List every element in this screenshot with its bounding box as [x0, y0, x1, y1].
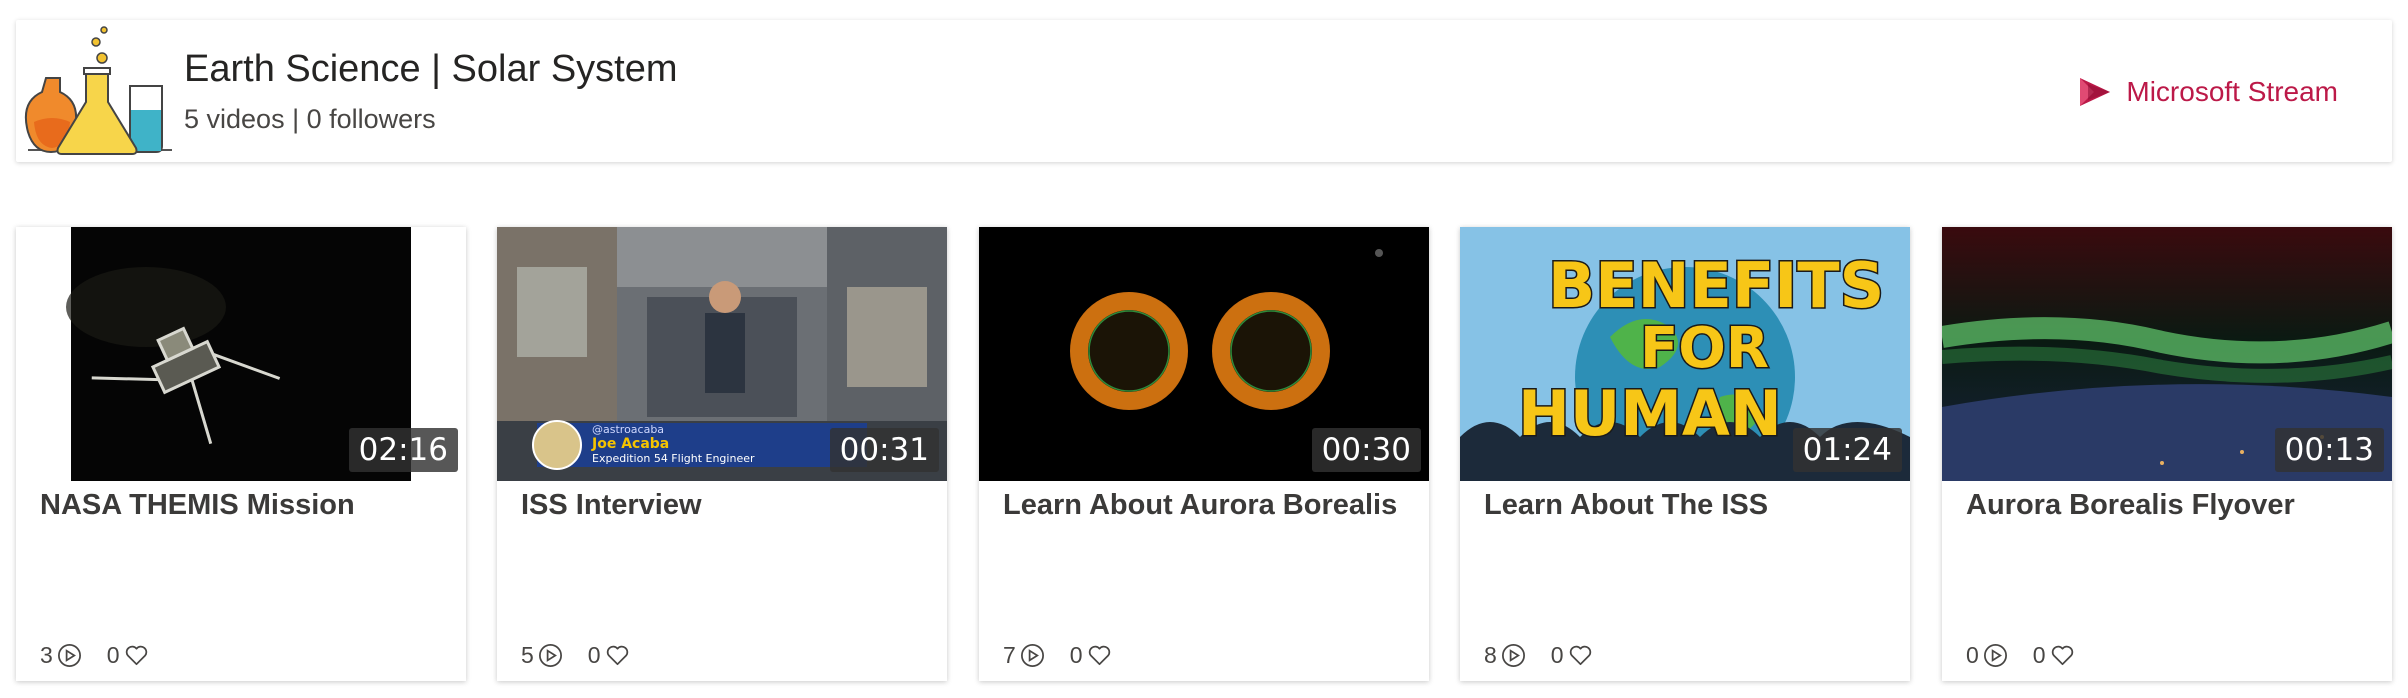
video-stats: 3 0 [40, 642, 150, 669]
video-title[interactable]: Aurora Borealis Flyover [1966, 489, 2372, 522]
play-circle-icon [1501, 644, 1525, 667]
heart-icon [606, 645, 628, 666]
video-duration: 02:16 [348, 428, 458, 472]
heart-icon [1088, 645, 1110, 666]
views-count: 5 [521, 642, 564, 669]
views-value: 0 [1966, 642, 1979, 668]
video-card[interactable]: BENEFITS FOR HUMAN 01:24 Learn About The… [1460, 227, 1910, 681]
play-circle-icon [1983, 644, 2007, 667]
video-duration: 00:30 [1311, 428, 1421, 472]
video-grid: 02:16 NASA THEMIS Mission 3 0 @astroacab… [16, 227, 2392, 681]
video-stats: 0 0 [1966, 642, 2076, 669]
likes-value: 0 [1069, 642, 1083, 668]
likes-count[interactable]: 0 [588, 642, 631, 669]
likes-count[interactable]: 0 [1070, 642, 1113, 669]
channel-meta: 5 videos | 0 followers [184, 104, 436, 134]
likes-count[interactable]: 0 [2033, 642, 2076, 669]
likes-count[interactable]: 0 [107, 642, 150, 669]
iss-name: Joe Acaba [591, 436, 669, 452]
video-title[interactable]: NASA THEMIS Mission [40, 489, 446, 522]
video-thumbnail[interactable]: 00:13 [1942, 227, 2392, 481]
video-title[interactable]: ISS Interview [521, 489, 927, 522]
video-duration: 00:31 [829, 428, 939, 472]
views-value: 5 [521, 642, 534, 668]
video-duration: 00:13 [2274, 428, 2384, 472]
video-title[interactable]: Learn About Aurora Borealis [1003, 489, 1409, 522]
benefits-line-1: BENEFITS [1548, 249, 1884, 322]
heart-icon [2051, 645, 2073, 666]
likes-value: 0 [2032, 642, 2046, 668]
video-duration: 01:24 [1792, 428, 1902, 472]
likes-value: 0 [106, 642, 120, 668]
video-card[interactable]: 02:16 NASA THEMIS Mission 3 0 [16, 227, 466, 681]
video-card[interactable]: 00:30 Learn About Aurora Borealis 7 0 [979, 227, 1429, 681]
views-count: 7 [1003, 642, 1046, 669]
likes-count[interactable]: 0 [1551, 642, 1594, 669]
benefits-line-3: HUMAN [1518, 377, 1782, 450]
views-count: 3 [40, 642, 83, 669]
video-card[interactable]: 00:13 Aurora Borealis Flyover 0 0 [1942, 227, 2392, 681]
views-value: 3 [40, 642, 53, 668]
play-circle-icon [57, 644, 81, 667]
microsoft-stream-link[interactable]: Microsoft Stream [2076, 72, 2338, 112]
views-count: 0 [1966, 642, 2009, 669]
video-stats: 5 0 [521, 642, 631, 669]
heart-icon [1569, 645, 1591, 666]
video-card[interactable]: @astroacaba Joe Acaba Expedition 54 Flig… [497, 227, 947, 681]
views-count: 8 [1484, 642, 1527, 669]
iss-role: Expedition 54 Flight Engineer [592, 452, 755, 465]
likes-value: 0 [1550, 642, 1564, 668]
stream-logo-icon [2080, 78, 2111, 106]
play-circle-icon [1020, 644, 1044, 667]
channel-header: Earth Science | Solar System 5 videos | … [16, 20, 2392, 162]
video-stats: 8 0 [1484, 642, 1594, 669]
views-value: 8 [1484, 642, 1497, 668]
video-thumbnail[interactable]: 00:30 [979, 227, 1429, 481]
science-flasks-icon [24, 26, 172, 155]
video-stats: 7 0 [1003, 642, 1113, 669]
video-title[interactable]: Learn About The ISS [1484, 489, 1890, 522]
play-circle-icon [538, 644, 562, 667]
video-thumbnail[interactable]: @astroacaba Joe Acaba Expedition 54 Flig… [497, 227, 947, 481]
views-value: 7 [1003, 642, 1016, 668]
video-thumbnail[interactable]: BENEFITS FOR HUMAN 01:24 [1460, 227, 1910, 481]
benefits-line-2: FOR [1640, 316, 1769, 381]
channel-title: Earth Science | Solar System [184, 48, 678, 90]
likes-value: 0 [587, 642, 601, 668]
brand-label: Microsoft Stream [2126, 76, 2338, 107]
video-thumbnail[interactable]: 02:16 [16, 227, 466, 481]
heart-icon [125, 645, 147, 666]
iss-handle: @astroacaba [592, 423, 664, 436]
